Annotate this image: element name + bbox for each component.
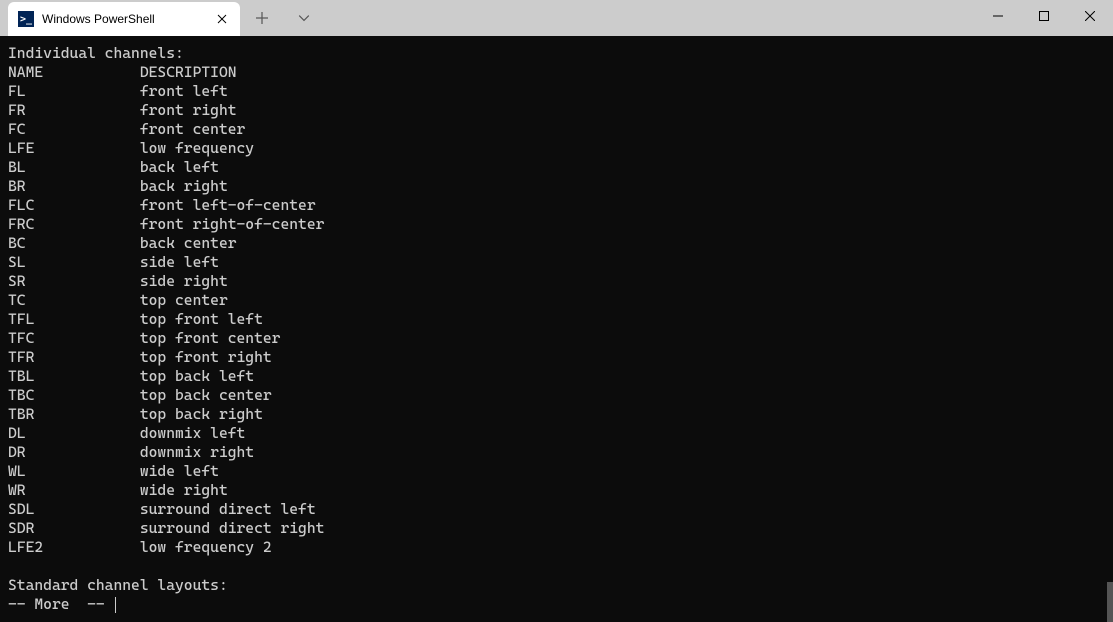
terminal-line: LFE low frequency — [8, 139, 1113, 158]
terminal-line: WR wide right — [8, 481, 1113, 500]
terminal-line: TBL top back left — [8, 367, 1113, 386]
terminal-line: DR downmix right — [8, 443, 1113, 462]
terminal-line: FR front right — [8, 101, 1113, 120]
scrollbar-thumb[interactable] — [1107, 582, 1113, 622]
tab-actions — [248, 0, 318, 36]
terminal-line: LFE2 low frequency 2 — [8, 538, 1113, 557]
terminal-line: TFC top front center — [8, 329, 1113, 348]
terminal-line: FC front center — [8, 120, 1113, 139]
terminal-line: SDL surround direct left — [8, 500, 1113, 519]
terminal-line: WL wide left — [8, 462, 1113, 481]
cursor — [115, 597, 116, 613]
terminal-line: TBR top back right — [8, 405, 1113, 424]
close-tab-button[interactable] — [214, 11, 230, 27]
terminal-line: Standard channel layouts: — [8, 576, 1113, 595]
minimize-button[interactable] — [975, 0, 1021, 32]
tab-title: Windows PowerShell — [42, 12, 208, 26]
titlebar: >_ Windows PowerShell — [0, 0, 1113, 36]
terminal-line: FL front left — [8, 82, 1113, 101]
maximize-button[interactable] — [1021, 0, 1067, 32]
terminal-line — [8, 557, 1113, 576]
terminal-line: SR side right — [8, 272, 1113, 291]
terminal-line: SL side left — [8, 253, 1113, 272]
terminal-line: TC top center — [8, 291, 1113, 310]
terminal-line: SDR surround direct right — [8, 519, 1113, 538]
powershell-icon-glyph: >_ — [20, 14, 32, 25]
terminal-line: BC back center — [8, 234, 1113, 253]
terminal-line: NAME DESCRIPTION — [8, 63, 1113, 82]
close-window-button[interactable] — [1067, 0, 1113, 32]
more-prompt: -- More -- — [8, 595, 1113, 614]
terminal-line: TFR top front right — [8, 348, 1113, 367]
terminal-line: TBC top back center — [8, 386, 1113, 405]
terminal-output[interactable]: Individual channels:NAME DESCRIPTIONFL f… — [0, 36, 1113, 622]
terminal-line: BR back right — [8, 177, 1113, 196]
terminal-line: DL downmix left — [8, 424, 1113, 443]
tab-dropdown-button[interactable] — [290, 4, 318, 32]
terminal-line: TFL top front left — [8, 310, 1113, 329]
terminal-line: Individual channels: — [8, 44, 1113, 63]
window-controls — [975, 0, 1113, 36]
powershell-icon: >_ — [18, 11, 34, 27]
tab-powershell[interactable]: >_ Windows PowerShell — [8, 2, 240, 36]
terminal-line: FLC front left-of-center — [8, 196, 1113, 215]
new-tab-button[interactable] — [248, 4, 276, 32]
terminal-line: FRC front right-of-center — [8, 215, 1113, 234]
terminal-line: BL back left — [8, 158, 1113, 177]
